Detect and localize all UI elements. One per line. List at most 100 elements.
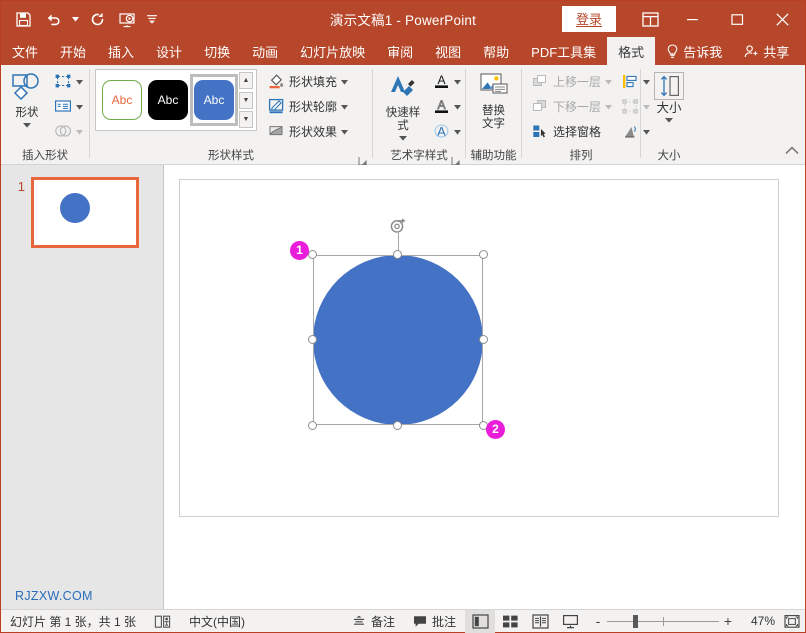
shape-fill-button[interactable]: 形状填充	[263, 69, 351, 93]
reading-view-button[interactable]	[525, 610, 555, 633]
slide-show-view-button[interactable]	[555, 610, 585, 633]
comment-icon	[413, 615, 427, 628]
edit-shape-button[interactable]	[50, 69, 86, 93]
start-from-beginning-icon[interactable]	[113, 5, 141, 33]
tab-slideshow[interactable]: 幻灯片放映	[289, 37, 376, 65]
tab-pdf-toolkit[interactable]: PDF工具集	[520, 37, 607, 65]
wordart-quick-styles-button[interactable]: 快速样式	[378, 69, 428, 147]
chevron-down-icon	[23, 119, 31, 131]
share-button[interactable]: 共享	[733, 37, 800, 65]
text-fill-button[interactable]: A	[428, 69, 464, 93]
chevron-down-icon	[341, 74, 348, 88]
shape-style-option-1[interactable]: Abc	[99, 75, 145, 125]
zoom-slider[interactable]	[607, 610, 719, 633]
tab-design[interactable]: 设计	[145, 37, 193, 65]
send-backward-button[interactable]: 下移一层	[527, 94, 615, 118]
slide-thumbnail-1[interactable]	[31, 177, 139, 248]
sign-in-button[interactable]: 登录	[562, 6, 616, 32]
shape-fill-label: 形状填充	[289, 73, 337, 90]
notes-icon	[352, 615, 366, 628]
group-shape-styles: Abc Abc Abc ▲ ▼	[90, 65, 372, 164]
language-indicator[interactable]: 中文(中国)	[180, 610, 254, 633]
rotate-objects-icon	[620, 124, 640, 139]
shape-outline-button[interactable]: 形状轮廓	[263, 94, 351, 118]
selection-pane-button[interactable]: 选择窗格	[527, 119, 615, 143]
text-outline-button[interactable]: A	[428, 94, 464, 118]
slide-editor[interactable]: 1 2	[164, 165, 805, 609]
customize-qat-icon[interactable]	[143, 5, 161, 33]
edit-shape-icon	[53, 73, 73, 89]
slide-sorter-view-button[interactable]	[495, 610, 525, 633]
undo-dropdown-caret-icon[interactable]	[69, 5, 81, 33]
resize-handle-nw[interactable]	[308, 250, 317, 259]
wordart-dialog-launcher[interactable]	[451, 153, 461, 163]
share-person-icon	[744, 44, 759, 59]
shape-style-option-2[interactable]: Abc	[145, 75, 191, 125]
resize-handle-ne[interactable]	[479, 250, 488, 259]
chevron-down-icon	[454, 124, 461, 138]
undo-icon[interactable]	[39, 5, 67, 33]
save-icon[interactable]	[9, 5, 37, 33]
tab-format[interactable]: 格式	[607, 37, 655, 65]
tab-help[interactable]: 帮助	[472, 37, 520, 65]
slide-canvas[interactable]: 1 2	[179, 179, 779, 517]
zoom-slider-thumb[interactable]	[633, 615, 638, 628]
resize-handle-e[interactable]	[479, 335, 488, 344]
ribbon-display-options-icon[interactable]	[630, 1, 670, 37]
quick-access-toolbar	[1, 5, 161, 33]
close-button[interactable]	[760, 1, 805, 37]
alt-text-button[interactable]: 替换 文字	[471, 69, 517, 134]
collapse-ribbon-button[interactable]	[785, 142, 799, 160]
comments-button[interactable]: 批注	[404, 610, 465, 633]
accessibility-check-icon[interactable]	[145, 610, 180, 633]
gallery-more-button[interactable]: ▼	[239, 111, 253, 128]
gallery-scroll-down[interactable]: ▼	[239, 92, 253, 109]
rotate-handle-icon[interactable]	[389, 217, 407, 235]
tell-me-button[interactable]: 告诉我	[655, 37, 733, 65]
insert-shapes-button[interactable]: 形状	[6, 69, 48, 134]
normal-view-button[interactable]	[465, 610, 495, 633]
annotation-badge-1: 1	[290, 241, 309, 260]
resize-handle-sw[interactable]	[308, 421, 317, 430]
zoom-in-button[interactable]: +	[719, 613, 737, 629]
effects-icon	[266, 123, 286, 139]
zoom-level-label[interactable]: 47%	[741, 614, 779, 628]
tab-file[interactable]: 文件	[1, 37, 49, 65]
chevron-down-icon	[341, 124, 348, 138]
shape-effects-button[interactable]: 形状效果	[263, 119, 351, 143]
tab-transitions[interactable]: 切换	[193, 37, 241, 65]
minimize-button[interactable]	[670, 1, 715, 37]
resize-handle-n[interactable]	[393, 250, 402, 259]
redo-icon[interactable]	[83, 5, 111, 33]
maximize-button[interactable]	[715, 1, 760, 37]
shape-style-option-3[interactable]: Abc	[191, 75, 237, 125]
selected-shape-container[interactable]: 1 2	[313, 255, 483, 425]
slide-info[interactable]: 幻灯片 第 1 张，共 1 张	[1, 610, 145, 633]
fit-slide-to-window-button[interactable]	[779, 614, 805, 629]
zoom-out-button[interactable]: -	[589, 613, 607, 629]
merge-shapes-button[interactable]	[50, 119, 86, 143]
tab-insert[interactable]: 插入	[97, 37, 145, 65]
selection-pane-label: 选择窗格	[553, 123, 601, 140]
bring-forward-button[interactable]: 上移一层	[527, 69, 615, 93]
text-effects-button[interactable]: A	[428, 119, 464, 143]
style-thumb-label: Abc	[112, 93, 133, 107]
shape-styles-dialog-launcher[interactable]	[358, 153, 368, 163]
zoom-control: - +	[585, 610, 741, 633]
text-box-button[interactable]	[50, 94, 86, 118]
chevron-down-icon	[76, 99, 83, 113]
tab-review[interactable]: 审阅	[376, 37, 424, 65]
size-button[interactable]: 大小	[646, 69, 692, 129]
tab-home[interactable]: 开始	[49, 37, 97, 65]
shape-styles-gallery[interactable]: Abc Abc Abc ▲ ▼	[95, 69, 257, 131]
resize-handle-w[interactable]	[308, 335, 317, 344]
gallery-scroll-up[interactable]: ▲	[239, 72, 253, 89]
notes-button[interactable]: 备注	[343, 610, 404, 633]
slide-thumbnail-pane[interactable]: 1 RJZXW.COM	[1, 165, 164, 609]
alt-text-label-line1: 替换	[482, 105, 505, 118]
resize-handle-s[interactable]	[393, 421, 402, 430]
tab-animations[interactable]: 动画	[241, 37, 289, 65]
chevron-down-icon	[605, 74, 612, 88]
tab-view[interactable]: 视图	[424, 37, 472, 65]
shape-format-tools: 形状填充 形状轮廓	[263, 69, 351, 143]
